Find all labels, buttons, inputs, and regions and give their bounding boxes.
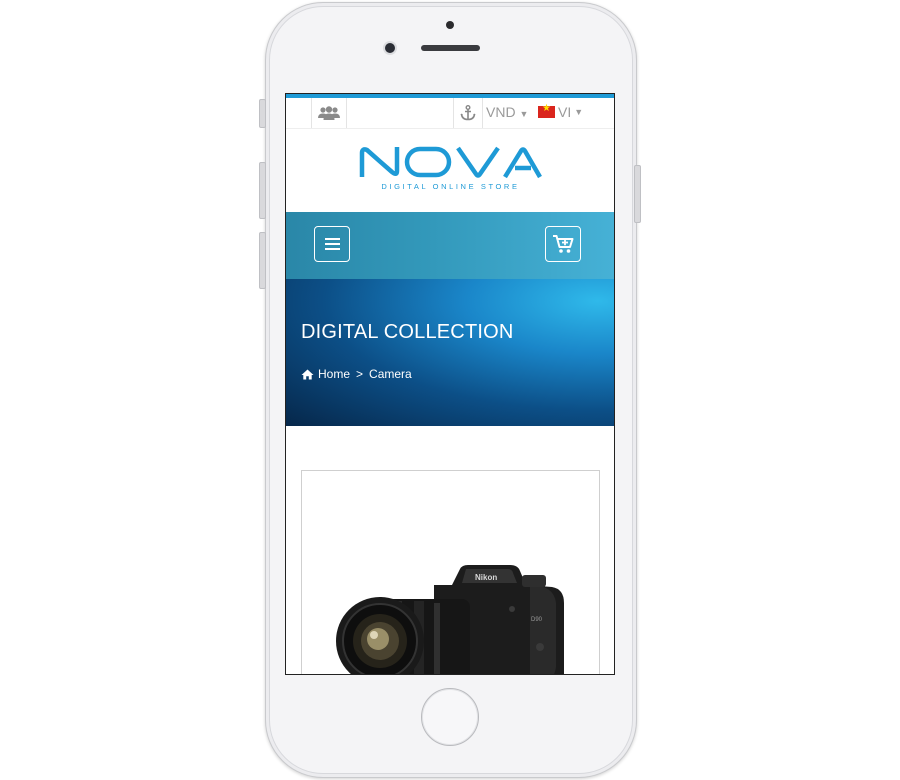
chevron-down-icon: ▼ [574,107,584,117]
language-label: VI [558,104,572,120]
logo-area: DIGITAL ONLINE STORE [286,129,614,212]
phone-screen: VND ▼ VI ▼ DIGITAL ONLINE STORE [285,93,615,675]
logo-tagline: DIGITAL ONLINE STORE [381,182,520,191]
front-camera [385,43,395,53]
currency-label: VND [486,104,516,120]
utility-bar: VND ▼ VI ▼ [286,98,614,129]
hero-banner: DIGITAL COLLECTION Home > Camera [286,279,614,426]
cart-add-icon [553,235,574,253]
breadcrumb-current: Camera [369,367,412,381]
anchor-button[interactable] [453,98,483,128]
home-icon [301,369,314,379]
users-icon [318,106,340,120]
breadcrumb: Home > Camera [301,367,412,381]
page-title: DIGITAL COLLECTION [301,321,514,343]
volume-up-button [259,162,266,219]
nova-logo[interactable] [359,145,542,179]
account-button[interactable] [311,98,347,128]
product-card[interactable]: Nikon D90 [301,470,600,675]
home-button[interactable] [421,688,479,746]
power-button [634,165,641,223]
chevron-down-icon: ▼ [519,109,529,119]
mute-switch [259,99,266,128]
camera-product-image[interactable]: Nikon D90 [334,547,569,675]
cart-button[interactable] [545,226,581,262]
svg-text:D90: D90 [531,617,543,623]
breadcrumb-home-link[interactable]: Home [318,367,350,381]
currency-selector[interactable]: VND ▼ [486,104,528,120]
anchor-icon [460,105,476,121]
vietnam-flag-icon [538,103,555,118]
svg-text:Nikon: Nikon [475,573,497,582]
menu-button[interactable] [314,226,350,262]
hamburger-icon [324,235,340,253]
earpiece-speaker [421,45,480,51]
volume-down-button [259,232,266,289]
language-selector[interactable]: VI ▼ [538,103,584,120]
proximity-sensor [446,21,454,29]
breadcrumb-separator: > [356,367,364,381]
main-navbar [286,212,614,279]
